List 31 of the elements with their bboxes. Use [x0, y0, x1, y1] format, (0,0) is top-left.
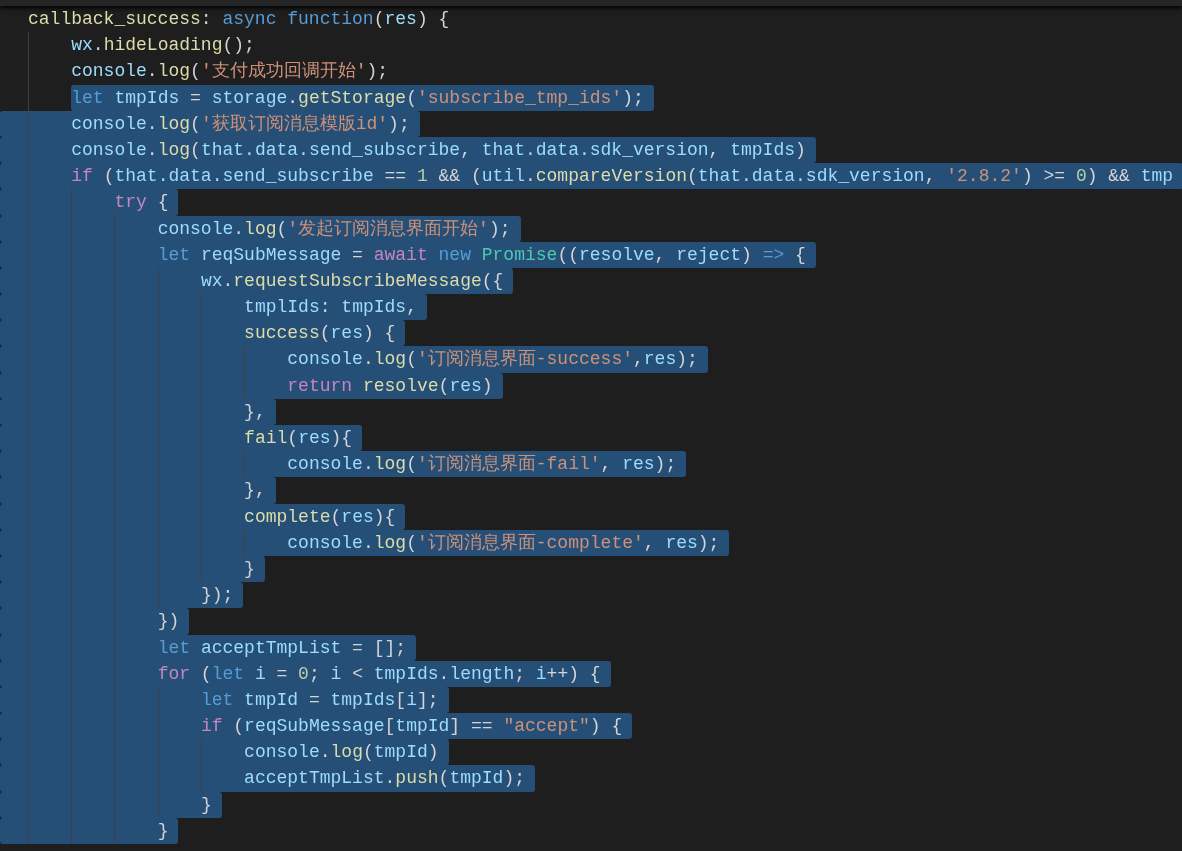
code-line: acceptTmpList.push(tmpId); [244, 767, 526, 791]
code-line: }) [157, 610, 181, 634]
code-line: callback_success: async function(res) { [28, 8, 451, 31]
code-line: complete(res){ [244, 505, 397, 529]
code-line: console.log('订阅消息界面-complete', res); [287, 531, 721, 555]
code-line: fail(res){ [244, 427, 354, 450]
code-line: } [244, 557, 256, 581]
code-line: for (let i = 0; i < tmpIds.length; i++) { [157, 662, 602, 686]
code-line: let acceptTmpList = []; [157, 636, 408, 660]
code-line: }, [244, 400, 267, 424]
code-line: tmplIds: tmpIds, [244, 296, 418, 320]
code-line: console.log('订阅消息界面-fail', res); [287, 453, 678, 477]
code-line: console.log('发起订阅消息界面开始'); [157, 217, 512, 241]
code-line: try { [114, 191, 170, 215]
code-line: console.log('获取订阅消息模版id'); [71, 112, 411, 136]
code-line: if (that.data.send_subscribe == 1 && (util.compareVersion(that.data.sdk_version, '2.8.2') >= 0) && tmp [71, 165, 1175, 189]
code-line: console.log('支付成功回调开始'); [71, 60, 390, 84]
code-line: success(res) { [244, 322, 397, 346]
code-line: } [200, 793, 213, 817]
code-line: if (reqSubMessage[tmpId] == "accept") { [200, 715, 624, 739]
code-line: } [157, 819, 170, 843]
code-line: }, [244, 479, 267, 503]
code-line: return resolve(res) [287, 374, 494, 398]
code-line: wx.requestSubscribeMessage({ [200, 269, 505, 293]
code-line: let tmpId = tmpIds[i]; [200, 688, 440, 712]
code-line: let reqSubMessage = await new Promise((resolve, reject) => { [157, 243, 807, 267]
code-line: console.log(that.data.send_subscribe, that.data.sdk_version, tmpIds) [71, 138, 807, 162]
code-line: console.log(tmpId) [244, 741, 440, 765]
code-line: wx.hideLoading(); [71, 34, 256, 58]
code-line: console.log('订阅消息界面-success',res); [287, 348, 699, 372]
code-line: }); [200, 584, 235, 608]
